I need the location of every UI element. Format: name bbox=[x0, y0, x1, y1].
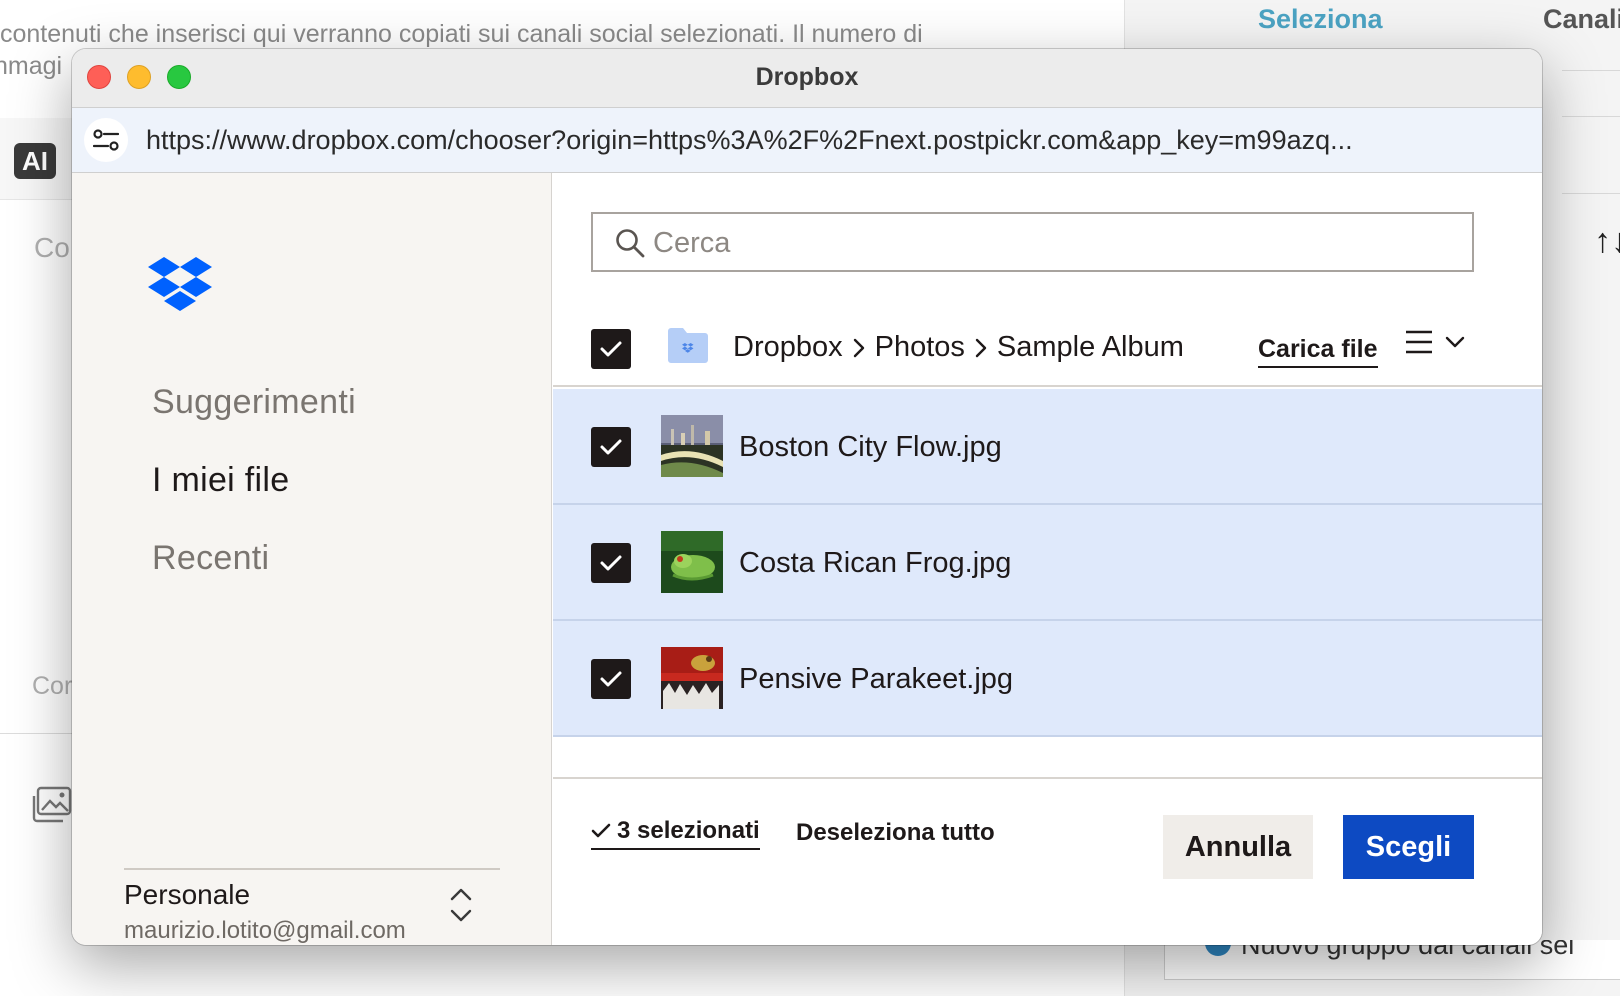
file-name: Costa Rican Frog.jpg bbox=[739, 547, 1012, 579]
sidebar-item-suggestions[interactable]: Suggerimenti bbox=[152, 383, 356, 422]
cancel-button[interactable]: Annulla bbox=[1163, 815, 1313, 879]
file-thumbnail bbox=[661, 415, 723, 477]
chevron-down-icon bbox=[1445, 336, 1465, 348]
divider bbox=[0, 733, 80, 734]
tab-select[interactable]: Seleziona bbox=[1258, 4, 1383, 35]
file-row[interactable]: Boston City Flow.jpg bbox=[553, 389, 1542, 505]
file-browser: Dropbox Photos Sample Album Carica file bbox=[553, 173, 1542, 945]
chooser-footer: 3 selezionati Deseleziona tutto Annulla … bbox=[553, 777, 1542, 945]
file-checkbox[interactable] bbox=[591, 427, 631, 467]
file-checkbox[interactable] bbox=[591, 543, 631, 583]
view-options-button[interactable] bbox=[1405, 329, 1465, 355]
file-list: Boston City Flow.jpg Costa Rican Frog.jp… bbox=[553, 389, 1542, 737]
breadcrumb-item[interactable]: Photos bbox=[875, 331, 965, 364]
upload-file-link[interactable]: Carica file bbox=[1258, 335, 1378, 368]
select-all-checkbox[interactable] bbox=[591, 329, 631, 369]
checkmark-icon bbox=[600, 439, 622, 455]
checkmark-icon bbox=[591, 823, 611, 838]
background-description-line1: contenuti che inserisci qui verranno cop… bbox=[0, 20, 923, 48]
divider bbox=[1562, 116, 1620, 117]
sidebar-item-my-files[interactable]: I miei file bbox=[152, 461, 289, 500]
checkmark-icon bbox=[600, 341, 622, 357]
file-thumbnail bbox=[661, 531, 723, 593]
file-row[interactable]: Pensive Parakeet.jpg bbox=[553, 621, 1542, 737]
chevron-right-icon bbox=[853, 338, 864, 357]
image-gallery-icon[interactable] bbox=[32, 786, 72, 824]
breadcrumb: Dropbox Photos Sample Album bbox=[733, 331, 1184, 364]
file-name: Boston City Flow.jpg bbox=[739, 431, 1002, 463]
checkmark-icon bbox=[600, 671, 622, 687]
ai-badge[interactable]: AI bbox=[14, 143, 56, 179]
url-text[interactable]: https://www.dropbox.com/chooser?origin=h… bbox=[146, 125, 1526, 156]
sidebar: Suggerimenti I miei file Recenti Persona… bbox=[72, 173, 552, 945]
account-name[interactable]: Personale bbox=[124, 879, 250, 911]
background-label: Co bbox=[34, 232, 70, 263]
search-input[interactable] bbox=[653, 224, 1453, 262]
search-box[interactable] bbox=[591, 212, 1474, 272]
new-group-button[interactable]: Nuovo gruppo dai canali sel bbox=[1164, 940, 1620, 980]
file-checkbox[interactable] bbox=[591, 659, 631, 699]
chevron-right-icon bbox=[975, 338, 987, 357]
tab-channels[interactable]: Canali bbox=[1543, 4, 1620, 35]
window-titlebar[interactable]: Dropbox bbox=[72, 49, 1542, 107]
list-view-icon bbox=[1406, 330, 1432, 354]
breadcrumb-item[interactable]: Dropbox bbox=[733, 331, 843, 364]
sidebar-item-recents[interactable]: Recenti bbox=[152, 539, 269, 578]
breadcrumb-row: Dropbox Photos Sample Album Carica file bbox=[553, 311, 1542, 387]
choose-button[interactable]: Scegli bbox=[1343, 815, 1474, 879]
file-thumbnail bbox=[661, 647, 723, 709]
divider bbox=[1562, 70, 1620, 71]
account-email: maurizio.lotito@gmail.com bbox=[124, 917, 406, 944]
deselect-all-button[interactable]: Deseleziona tutto bbox=[796, 819, 995, 847]
dropbox-logo-icon bbox=[148, 257, 212, 311]
dropbox-chooser-window: Dropbox https://www.dropbox.com/chooser?… bbox=[72, 49, 1542, 945]
selected-count-label: 3 selezionati bbox=[617, 817, 760, 844]
breadcrumb-item-current: Sample Album bbox=[996, 331, 1184, 363]
search-icon bbox=[616, 229, 645, 258]
account-switcher-chevron-icon[interactable] bbox=[448, 885, 474, 925]
checkmark-icon bbox=[600, 555, 622, 571]
url-bar: https://www.dropbox.com/chooser?origin=h… bbox=[72, 107, 1542, 173]
background-label: Cor bbox=[32, 672, 73, 700]
site-settings-icon[interactable] bbox=[84, 118, 128, 162]
divider bbox=[1562, 193, 1620, 194]
folder-icon bbox=[668, 328, 708, 363]
window-title: Dropbox bbox=[755, 63, 859, 91]
sort-icon[interactable]: ↑↓ bbox=[1594, 222, 1620, 261]
divider bbox=[124, 868, 500, 870]
file-name: Pensive Parakeet.jpg bbox=[739, 663, 1014, 695]
file-row[interactable]: Costa Rican Frog.jpg bbox=[553, 505, 1542, 621]
selected-count[interactable]: 3 selezionati bbox=[591, 817, 760, 850]
